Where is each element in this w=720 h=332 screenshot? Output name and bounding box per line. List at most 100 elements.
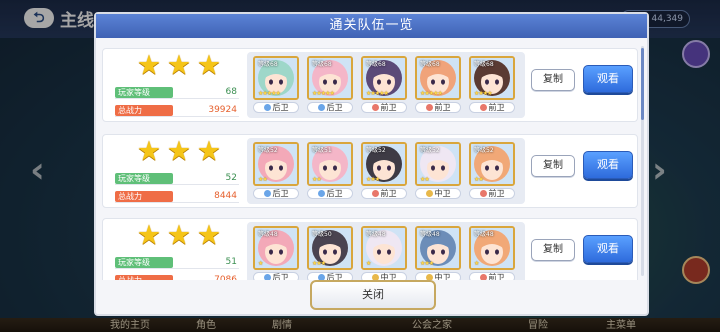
team-units: 等级68 ★★★★★ 后卫 等级68 ★★★★★ 后卫 等级68 ★★★★★ 前… xyxy=(247,52,525,118)
position-badge: 中卫 xyxy=(415,272,461,280)
star-icon: ★ xyxy=(166,50,192,81)
unit-card[interactable]: 等级48 ★ 中卫 xyxy=(359,226,409,280)
position-label: 前卫 xyxy=(488,103,505,112)
unit-level: 等级52 xyxy=(258,147,278,154)
position-label: 后卫 xyxy=(272,189,289,198)
position-icon xyxy=(263,190,271,197)
unit-stars: ★ xyxy=(366,260,371,267)
unit-card[interactable]: 等级52 ★★★ 前卫 xyxy=(359,142,409,200)
unit-card[interactable]: 等级48 ★★★ 中卫 xyxy=(413,226,463,280)
total-power-label: 总战力 xyxy=(115,191,173,202)
team-list[interactable]: ★ ★ ★ 玩家等级 68 总战力 39924 等级68 ★★★★★ 后卫 等级… xyxy=(102,44,642,280)
copy-button[interactable]: 复制 xyxy=(531,69,575,91)
clear-stars: ★ ★ ★ xyxy=(135,52,225,80)
position-label: 后卫 xyxy=(272,273,289,280)
position-label: 前卫 xyxy=(488,189,505,198)
position-icon xyxy=(317,104,325,111)
view-button[interactable]: 观看 xyxy=(583,151,633,179)
unit-card[interactable]: 等级48 ★ 后卫 xyxy=(251,226,301,280)
star-icon: ★ xyxy=(196,220,222,251)
player-level-value: 68 xyxy=(225,87,237,97)
unit-stars: ★★ xyxy=(474,176,484,183)
copy-button[interactable]: 复制 xyxy=(531,155,575,177)
unit-stars: ★★★★★ xyxy=(312,90,335,97)
player-level-label: 玩家等级 xyxy=(115,173,173,184)
position-badge: 前卫 xyxy=(415,102,461,113)
position-label: 后卫 xyxy=(272,103,289,112)
unit-stars: ★★★★ xyxy=(474,90,492,97)
position-badge: 中卫 xyxy=(361,272,407,280)
total-power-value: 7086 xyxy=(214,275,237,280)
copy-button[interactable]: 复制 xyxy=(531,239,575,261)
unit-portrait: 等级68 ★★★★★ xyxy=(307,56,353,100)
position-label: 中卫 xyxy=(380,273,397,280)
unit-portrait: 等级48 ★★★ xyxy=(415,226,461,270)
position-badge: 前卫 xyxy=(469,188,515,199)
unit-portrait: 等级48 ★ xyxy=(361,226,407,270)
unit-level: 等级68 xyxy=(474,61,494,68)
unit-card[interactable]: 等级52 ★★ 中卫 xyxy=(413,142,463,200)
unit-level: 等级52 xyxy=(366,147,386,154)
unit-level: 等级48 xyxy=(366,231,386,238)
unit-level: 等级51 xyxy=(312,147,332,154)
position-icon xyxy=(479,274,487,280)
unit-portrait: 等级68 ★★★★★ xyxy=(415,56,461,100)
team-row: ★ ★ ★ 玩家等级 51 总战力 7086 等级48 ★ 后卫 xyxy=(102,218,638,280)
star-icon: ★ xyxy=(136,220,162,251)
star-icon: ★ xyxy=(166,220,192,251)
view-button[interactable]: 观看 xyxy=(583,235,633,263)
position-icon xyxy=(263,104,271,111)
dialog-title: 通关队伍一览 xyxy=(329,18,414,33)
unit-stars: ★ xyxy=(258,260,263,267)
unit-card[interactable]: 等级51 ★★ 后卫 xyxy=(305,142,355,200)
unit-level: 等级50 xyxy=(312,231,332,238)
player-level-value: 51 xyxy=(225,257,237,267)
close-button[interactable]: 关闭 xyxy=(310,280,436,310)
position-label: 前卫 xyxy=(488,273,505,280)
player-level-stat: 玩家等级 51 xyxy=(115,257,239,269)
position-label: 前卫 xyxy=(434,103,451,112)
position-label: 后卫 xyxy=(326,273,343,280)
player-level-stat: 玩家等级 52 xyxy=(115,173,239,185)
unit-stars: ★★★ xyxy=(366,176,380,183)
unit-stars: ★★ xyxy=(258,176,268,183)
unit-stars: ★★★★★ xyxy=(258,90,281,97)
unit-card[interactable]: 等级68 ★★★★★ 前卫 xyxy=(413,56,463,114)
unit-card[interactable]: 等级68 ★★★★★ 后卫 xyxy=(251,56,301,114)
unit-card[interactable]: 等级50 ★★★ 后卫 xyxy=(305,226,355,280)
unit-portrait: 等级52 ★★ xyxy=(415,142,461,186)
position-icon xyxy=(371,104,379,111)
unit-portrait: 等级48 ★ xyxy=(253,226,299,270)
unit-card[interactable]: 等级52 ★★ 前卫 xyxy=(467,142,517,200)
player-level-stat: 玩家等级 68 xyxy=(115,87,239,99)
unit-level: 等级48 xyxy=(420,231,440,238)
unit-portrait: 等级52 ★★ xyxy=(253,142,299,186)
position-icon xyxy=(479,190,487,197)
position-icon xyxy=(479,104,487,111)
unit-card[interactable]: 等级52 ★★ 后卫 xyxy=(251,142,301,200)
position-badge: 前卫 xyxy=(469,102,515,113)
position-label: 前卫 xyxy=(380,103,397,112)
star-icon: ★ xyxy=(196,136,222,167)
view-button[interactable]: 观看 xyxy=(583,65,633,93)
unit-portrait: 等级48 ★ xyxy=(469,226,515,270)
unit-card[interactable]: 等级68 ★★★★★ 后卫 xyxy=(305,56,355,114)
unit-card[interactable]: 等级68 ★★★★★ 前卫 xyxy=(359,56,409,114)
position-icon xyxy=(371,190,379,197)
unit-level: 等级52 xyxy=(474,147,494,154)
total-power-value: 8444 xyxy=(214,191,237,201)
star-icon: ★ xyxy=(196,50,222,81)
dialog-header: 通关队伍一览 xyxy=(96,14,647,38)
total-power-stat: 总战力 39924 xyxy=(115,105,239,117)
unit-stars: ★★★★★ xyxy=(420,90,443,97)
scrollbar-thumb[interactable] xyxy=(641,48,644,120)
unit-card[interactable]: 等级48 ★ 前卫 xyxy=(467,226,517,280)
star-icon: ★ xyxy=(166,136,192,167)
position-label: 后卫 xyxy=(326,189,343,198)
unit-stars: ★★ xyxy=(420,176,430,183)
unit-portrait: 等级68 ★★★★★ xyxy=(361,56,407,100)
position-badge: 后卫 xyxy=(307,102,353,113)
unit-level: 等级68 xyxy=(366,61,386,68)
unit-card[interactable]: 等级68 ★★★★ 前卫 xyxy=(467,56,517,114)
position-badge: 后卫 xyxy=(253,188,299,199)
